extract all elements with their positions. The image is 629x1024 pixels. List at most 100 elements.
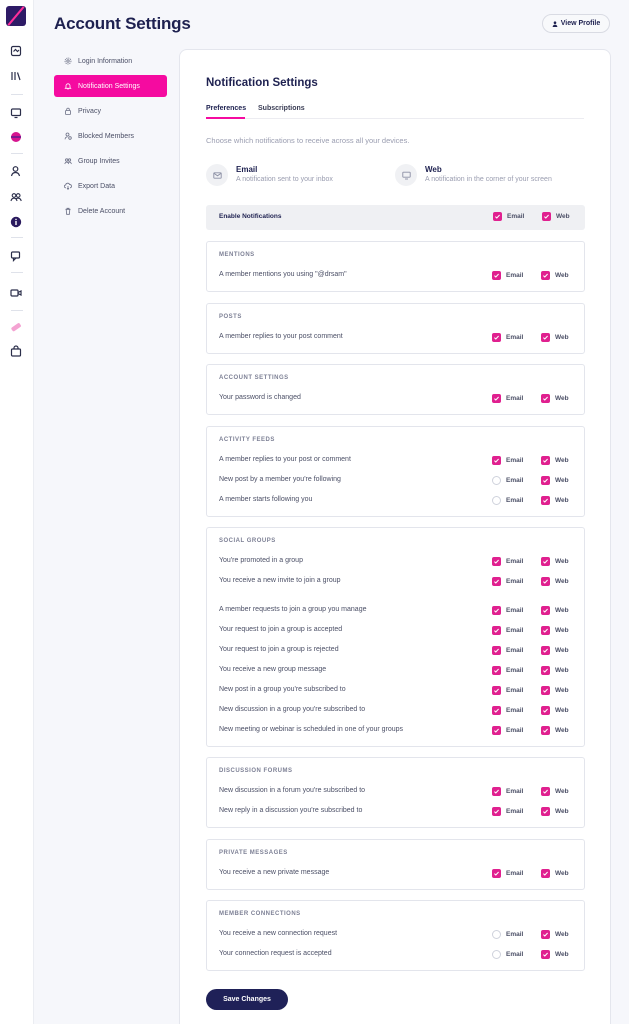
menu-item-blocked-members[interactable]: Blocked Members	[54, 125, 167, 147]
email-checkbox[interactable]: Email	[492, 606, 523, 615]
notification-section: ACCOUNT SETTINGS Your password is changed…	[206, 364, 585, 415]
save-changes-button[interactable]: Save Changes	[206, 989, 288, 1010]
menu-item-notification-settings[interactable]: Notification Settings	[54, 75, 167, 97]
email-checkbox[interactable]: Email	[492, 557, 523, 566]
web-checkbox[interactable]: Web	[541, 706, 569, 715]
activity-icon[interactable]	[10, 45, 22, 57]
monitor-icon[interactable]	[10, 107, 22, 119]
web-checkbox[interactable]: Web	[541, 456, 569, 465]
checkbox-checked-icon	[492, 807, 501, 816]
menu-item-label: Notification Settings	[78, 82, 140, 90]
web-checkbox[interactable]: Web	[541, 666, 569, 675]
checkbox-label: Email	[506, 707, 524, 714]
web-checkbox[interactable]: Web	[541, 476, 569, 485]
checkbox-checked-icon	[541, 496, 550, 505]
notification-label: Your request to join a group is rejected	[219, 646, 339, 653]
web-checkbox[interactable]: Web	[541, 577, 569, 586]
email-checkbox[interactable]: Email	[492, 271, 523, 280]
tab-preferences[interactable]: Preferences	[206, 105, 246, 112]
web-checkbox[interactable]: Web	[541, 726, 569, 735]
chat-icon[interactable]	[10, 250, 22, 262]
web-checkbox[interactable]: Web	[541, 606, 569, 615]
checkbox-label: Web	[555, 931, 569, 938]
notification-label: A member mentions you using "@drsam"	[219, 271, 347, 278]
ticket-icon[interactable]	[10, 321, 22, 333]
checkbox-label: Email	[506, 334, 524, 341]
checkbox-checked-icon	[492, 869, 501, 878]
menu-item-login-information[interactable]: Login Information	[54, 50, 167, 72]
email-checkbox[interactable]: Email	[492, 807, 523, 816]
intro-text: Choose which notifications to receive ac…	[206, 136, 410, 145]
email-checkbox[interactable]: Email	[492, 726, 523, 735]
web-checkbox[interactable]: Web	[541, 869, 569, 878]
checkbox-checked-icon	[541, 646, 550, 655]
email-checkbox[interactable]: Email	[492, 394, 523, 403]
web-checkbox[interactable]: Web	[541, 646, 569, 655]
web-checkbox[interactable]: Web	[541, 930, 569, 939]
web-checkbox[interactable]: Web	[541, 496, 569, 505]
info-icon[interactable]	[10, 216, 22, 228]
section-title: ACCOUNT SETTINGS	[219, 375, 289, 381]
app-logo[interactable]	[6, 6, 26, 26]
checkbox-checked-icon	[492, 706, 501, 715]
checkbox-label: Email	[506, 395, 524, 402]
checkbox-unchecked-icon	[492, 930, 501, 939]
tab-subscriptions[interactable]: Subscriptions	[258, 105, 305, 112]
notification-label: A member replies to your post or comment	[219, 456, 351, 463]
email-checkbox[interactable]: Email	[492, 577, 523, 586]
email-checkbox[interactable]: Email	[492, 787, 523, 796]
menu-item-export-data[interactable]: Export Data	[54, 175, 167, 197]
notification-label: New discussion in a forum you're subscri…	[219, 787, 366, 794]
rail-divider	[11, 310, 23, 311]
bell-icon	[64, 83, 72, 90]
web-checkbox[interactable]: Web	[541, 950, 569, 959]
email-checkbox[interactable]: Email	[492, 666, 523, 675]
menu-item-group-invites[interactable]: Group Invites	[54, 150, 167, 172]
enable-email-checkbox[interactable]: Email	[493, 212, 524, 221]
web-checkbox[interactable]: Web	[541, 686, 569, 695]
view-profile-button[interactable]: View Profile	[542, 14, 610, 33]
email-checkbox[interactable]: Email	[492, 950, 523, 959]
email-checkbox[interactable]: Email	[492, 626, 523, 635]
enable-web-checkbox[interactable]: Web	[542, 212, 570, 221]
checkbox-checked-icon	[541, 606, 550, 615]
user-icon[interactable]	[10, 165, 22, 177]
web-checkbox[interactable]: Web	[541, 557, 569, 566]
checkbox-checked-icon	[492, 577, 501, 586]
checkbox-checked-icon	[541, 726, 550, 735]
checkbox-unchecked-icon	[492, 496, 501, 505]
web-checkbox[interactable]: Web	[541, 333, 569, 342]
web-checkbox[interactable]: Web	[541, 626, 569, 635]
avatar-icon[interactable]	[10, 131, 22, 143]
checkbox-checked-icon	[492, 456, 501, 465]
group-icon[interactable]	[10, 191, 22, 203]
web-checkbox[interactable]: Web	[541, 271, 569, 280]
email-checkbox[interactable]: Email	[492, 869, 523, 878]
section-heading: Notification Settings	[206, 77, 318, 89]
checkbox-label: Email	[506, 457, 524, 464]
email-checkbox[interactable]: Email	[492, 930, 523, 939]
notification-label: New post in a group you're subscribed to	[219, 686, 346, 693]
menu-item-delete-account[interactable]: Delete Account	[54, 200, 167, 222]
email-checkbox[interactable]: Email	[492, 706, 523, 715]
email-checkbox[interactable]: Email	[492, 333, 523, 342]
email-checkbox[interactable]: Email	[492, 686, 523, 695]
bag-icon[interactable]	[10, 345, 22, 357]
checkbox-label: Email	[506, 477, 524, 484]
notification-label: Your request to join a group is accepted	[219, 626, 343, 633]
checkbox-checked-icon	[492, 686, 501, 695]
web-checkbox[interactable]: Web	[541, 394, 569, 403]
email-channel-icon	[206, 164, 228, 186]
checkbox-label: Web	[555, 727, 569, 734]
video-icon[interactable]	[10, 287, 22, 299]
notification-row: You receive a new group message Email Web	[207, 664, 584, 678]
email-checkbox[interactable]: Email	[492, 456, 523, 465]
library-icon[interactable]	[10, 70, 22, 82]
web-channel-title: Web	[425, 165, 442, 174]
web-checkbox[interactable]: Web	[541, 787, 569, 796]
email-checkbox[interactable]: Email	[492, 496, 523, 505]
email-checkbox[interactable]: Email	[492, 476, 523, 485]
web-checkbox[interactable]: Web	[541, 807, 569, 816]
menu-item-privacy[interactable]: Privacy	[54, 100, 167, 122]
email-checkbox[interactable]: Email	[492, 646, 523, 655]
